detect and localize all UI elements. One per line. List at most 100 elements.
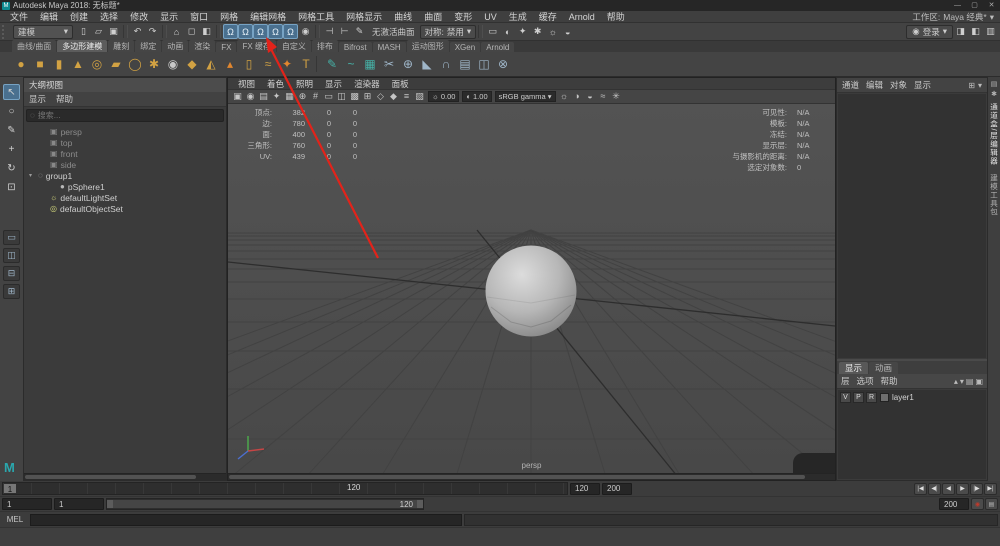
menubar-item[interactable]: UV: [478, 12, 503, 22]
close-button[interactable]: ✕: [983, 0, 1000, 11]
animation-end-field-2[interactable]: 200: [939, 498, 969, 510]
animation-preferences-button[interactable]: ▤: [985, 498, 998, 510]
gate-mask-icon[interactable]: ▩: [348, 91, 361, 102]
move-layer-down-icon[interactable]: ▾: [960, 377, 964, 386]
channel-box-menu-item[interactable]: 显示: [914, 79, 931, 91]
multi-cut-icon[interactable]: ✂: [380, 55, 398, 73]
select-component-icon[interactable]: ◧: [199, 24, 214, 39]
menubar-item[interactable]: 网格: [214, 10, 244, 23]
poly-pipe-icon[interactable]: ▯: [240, 55, 258, 73]
outliner-hscrollbar[interactable]: [24, 473, 226, 480]
outliner-item[interactable]: ☼ defaultLightSet: [24, 192, 226, 203]
menubar-item[interactable]: 帮助: [601, 10, 631, 23]
shelf-tab[interactable]: MASH: [373, 42, 406, 52]
bevel-icon[interactable]: ◣: [418, 55, 436, 73]
sidebar-vertical-tab[interactable]: 通道盒/层编辑器: [989, 103, 1000, 166]
select-tool-icon[interactable]: ↖: [3, 84, 20, 100]
layer-editor-tab[interactable]: 显示: [839, 362, 868, 374]
light-editor-icon[interactable]: ◒: [560, 24, 575, 39]
playback-start-field[interactable]: 1: [54, 498, 104, 510]
go-to-start-button[interactable]: |◀: [914, 483, 927, 495]
safe-title-icon[interactable]: ◆: [387, 91, 400, 102]
layer-toggle-button[interactable]: V: [840, 392, 851, 403]
outliner-menu-item[interactable]: 显示: [29, 93, 46, 105]
shelf-tab[interactable]: FX 缓存: [237, 40, 275, 52]
poly-sphere-icon[interactable]: ●: [12, 55, 30, 73]
separator[interactable]: [315, 25, 320, 38]
tool-settings-toggle-icon[interactable]: ▥: [983, 24, 998, 39]
menu-set-selector[interactable]: 建模 ▾: [13, 25, 73, 39]
menubar-item[interactable]: 网格显示: [340, 10, 388, 23]
smooth-sculpt-icon[interactable]: ~: [342, 55, 360, 73]
redo-icon[interactable]: ↷: [145, 24, 160, 39]
poly-cube-icon[interactable]: ■: [31, 55, 49, 73]
make-live-icon[interactable]: ◉: [298, 24, 313, 39]
separator[interactable]: [478, 25, 483, 38]
menubar-item[interactable]: 变形: [448, 10, 478, 23]
viewport-menu-item[interactable]: 显示: [320, 78, 347, 90]
snap-to-point-icon[interactable]: Ω: [253, 24, 268, 39]
snap-to-grid-icon[interactable]: Ω: [223, 24, 238, 39]
layer-menu-item[interactable]: 选项: [857, 375, 874, 387]
extrude-icon[interactable]: ▤: [456, 55, 474, 73]
poly-platonic-icon[interactable]: ◆: [183, 55, 201, 73]
layer-color-swatch[interactable]: [880, 393, 889, 402]
lighting-icon[interactable]: ☼: [558, 91, 571, 102]
poly-cylinder-icon[interactable]: ▮: [50, 55, 68, 73]
chevron-down-icon[interactable]: ▾: [990, 12, 994, 23]
menubar-item[interactable]: 网格工具: [292, 10, 340, 23]
range-slider[interactable]: 120: [106, 498, 424, 510]
type-tool-icon[interactable]: T: [297, 55, 315, 73]
step-forward-button[interactable]: |▶: [970, 483, 983, 495]
bridge-icon[interactable]: ∩: [437, 55, 455, 73]
snap-to-curve-icon[interactable]: Ω: [238, 24, 253, 39]
move-layer-up-icon[interactable]: ▴: [954, 377, 958, 386]
camera-attributes-icon[interactable]: ▤: [257, 91, 270, 102]
shelf-tab[interactable]: XGen: [450, 42, 480, 52]
mirror-icon[interactable]: ◫: [475, 55, 493, 73]
shelf-tab[interactable]: Bifrost: [339, 42, 372, 52]
menubar-item[interactable]: 曲面: [418, 10, 448, 23]
viewport-canvas[interactable]: 顶点: 382 0 0 边: 780 0 0: [228, 104, 835, 473]
shelf-tab[interactable]: FX: [216, 42, 236, 52]
search-input[interactable]: [38, 111, 220, 120]
maximize-button[interactable]: ▢: [966, 0, 983, 11]
shelf-tab[interactable]: 动画: [162, 40, 188, 52]
construction-history-icon[interactable]: ✎: [352, 24, 367, 39]
render-current-frame-icon[interactable]: ◐: [500, 24, 515, 39]
target-weld-icon[interactable]: ⊕: [399, 55, 417, 73]
channel-box-content[interactable]: [838, 94, 986, 358]
lock-camera-icon[interactable]: ◉: [244, 91, 257, 102]
gamma-field[interactable]: ◐ 1.00: [462, 91, 491, 102]
time-slider[interactable]: 1 120: [2, 482, 568, 495]
separator[interactable]: [316, 56, 322, 72]
menubar-item[interactable]: 编辑: [34, 10, 64, 23]
bookmarks-icon[interactable]: ✦: [270, 91, 283, 102]
animation-end-field[interactable]: 200: [602, 483, 632, 495]
minimize-button[interactable]: —: [949, 0, 966, 11]
current-time-marker[interactable]: 1: [4, 484, 16, 493]
layer-name[interactable]: layer1: [892, 393, 914, 402]
move-tool-icon[interactable]: +: [3, 141, 20, 157]
layer-menu-item[interactable]: 层: [841, 375, 850, 387]
attribute-editor-toggle-icon[interactable]: ◧: [968, 24, 983, 39]
shelf-tab[interactable]: 多边形建模: [57, 40, 107, 52]
sidebar-vertical-tab[interactable]: 建模工具包: [989, 174, 1000, 217]
shelf-tab[interactable]: Arnold: [481, 42, 514, 52]
undo-icon[interactable]: ↶: [130, 24, 145, 39]
separator[interactable]: [216, 25, 221, 38]
render-settings-icon[interactable]: ✱: [530, 24, 545, 39]
menubar-item[interactable]: 曲线: [388, 10, 418, 23]
outliner-item[interactable]: ◎ defaultObjectSet: [24, 203, 226, 214]
outliner-item[interactable]: ▣ top: [24, 137, 226, 148]
poly-soccer-ball-icon[interactable]: ◉: [164, 55, 182, 73]
menubar-item[interactable]: 编辑网格: [244, 10, 292, 23]
poly-prism-icon[interactable]: ▴: [221, 55, 239, 73]
render-view-icon[interactable]: ▭: [485, 24, 500, 39]
shelf-tab[interactable]: 自定义: [277, 40, 311, 52]
playback-end-field[interactable]: 120: [570, 483, 600, 495]
menubar-item[interactable]: 生成: [503, 10, 533, 23]
animation-start-field[interactable]: 1: [2, 498, 52, 510]
snap-to-view-plane-icon[interactable]: Ω: [283, 24, 298, 39]
field-chart-icon[interactable]: ⊞: [361, 91, 374, 102]
